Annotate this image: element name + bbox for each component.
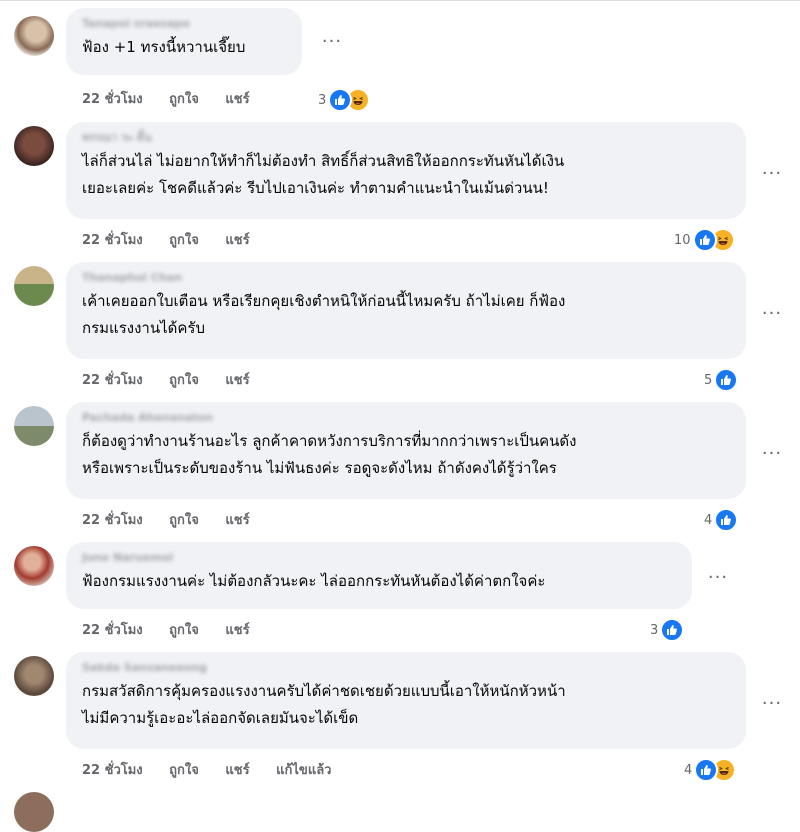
- top-divider: [0, 0, 800, 1]
- comment-text: ก็ต้องดูว่าทำงานร้านอะไร ลูกค้าคาดหวังกา…: [82, 428, 734, 482]
- comment-author[interactable]: Tanapol sraesapo: [82, 17, 290, 31]
- share-button[interactable]: แชร์: [225, 92, 249, 107]
- comment-actions: 22 ชั่วโมง ถูกใจ แชร์: [82, 90, 272, 110]
- comment-actions: 22 ชั่วโมง ถูกใจ แชร์ แก้ไขแล้ว: [82, 761, 353, 781]
- comment-bubble: Pachada Ahananaton ก็ต้องดูว่าทำงานร้านอ…: [66, 402, 746, 499]
- reaction-summary[interactable]: 5: [704, 368, 739, 392]
- avatar[interactable]: [14, 792, 54, 832]
- comment-author[interactable]: Thanaphol Chan: [82, 271, 734, 285]
- reaction-count: 3: [650, 622, 659, 638]
- comment-bubble: Sakda Sansaneeong กรมสวัสดิการคุ้มครองแร…: [66, 652, 746, 749]
- more-options-icon[interactable]: ···: [760, 165, 784, 188]
- more-options-icon[interactable]: ···: [706, 569, 730, 592]
- like-button[interactable]: ถูกใจ: [169, 763, 199, 778]
- avatar[interactable]: [14, 266, 54, 306]
- reaction-count: 3: [318, 92, 327, 108]
- avatar[interactable]: [14, 406, 54, 446]
- reaction-summary[interactable]: 10: [674, 228, 735, 252]
- like-button[interactable]: ถูกใจ: [169, 373, 199, 388]
- comment-author[interactable]: Pachada Ahananaton: [82, 411, 734, 425]
- comment-actions: 22 ชั่วโมง ถูกใจ แชร์: [82, 371, 272, 391]
- comment-line: เยอะเลยค่ะ โชคดีแล้วค่ะ รีบไปเอาเงินค่ะ …: [82, 179, 549, 197]
- share-button[interactable]: แชร์: [225, 513, 249, 528]
- comment-actions: 22 ชั่วโมง ถูกใจ แชร์: [82, 511, 272, 531]
- comment-bubble: พรรณา ระ ดิ้น ไล่ก็ส่วนไล่ ไม่อยากให้ทำก…: [66, 122, 746, 219]
- like-button[interactable]: ถูกใจ: [169, 92, 199, 107]
- timestamp[interactable]: 22 ชั่วโมง: [82, 373, 143, 388]
- more-options-icon[interactable]: ···: [320, 33, 344, 56]
- reaction-count: 4: [704, 512, 713, 528]
- avatar[interactable]: [14, 546, 54, 586]
- comment-bubble: June Naruemol ฟ้องกรมแรงงานค่ะ ไม่ต้องกล…: [66, 542, 692, 609]
- comment-text: ไล่ก็ส่วนไล่ ไม่อยากให้ทำก็ไม่ต้องทำ สิท…: [82, 148, 734, 202]
- timestamp[interactable]: 22 ชั่วโมง: [82, 92, 143, 107]
- reaction-summary[interactable]: 3: [318, 88, 371, 112]
- comment-actions: 22 ชั่วโมง ถูกใจ แชร์: [82, 621, 272, 641]
- share-button[interactable]: แชร์: [225, 373, 249, 388]
- reaction-count: 5: [704, 372, 713, 388]
- comment-author[interactable]: Sakda Sansaneeong: [82, 661, 734, 675]
- more-options-icon[interactable]: ···: [760, 695, 784, 718]
- comment-text: ฟ้องกรมแรงงานค่ะ ไม่ต้องกลัวนะคะ ไล่ออกก…: [82, 568, 680, 595]
- comment-text: เค้าเคยออกใบเตือน หรือเรียกคุยเชิงตำหนิใ…: [82, 288, 734, 342]
- comment-text: กรมสวัสดิการคุ้มครองแรงงานครับได้ค่าชดเช…: [82, 678, 734, 732]
- avatar[interactable]: [14, 16, 54, 56]
- reaction-summary[interactable]: 4: [704, 508, 739, 532]
- comment-line: ไม่มีความรู้เอะอะไล่ออกจัดเลยมันจะได้เข็…: [82, 709, 359, 727]
- avatar[interactable]: [14, 126, 54, 166]
- comment-actions: 22 ชั่วโมง ถูกใจ แชร์: [82, 231, 272, 251]
- comment-line: ไล่ก็ส่วนไล่ ไม่อยากให้ทำก็ไม่ต้องทำ สิท…: [82, 152, 565, 170]
- comment-text: ฟ้อง +1 ทรงนี้หวานเจี๊ยบ: [82, 34, 290, 61]
- reaction-count: 10: [674, 232, 691, 248]
- comment-line: ฟ้อง +1 ทรงนี้หวานเจี๊ยบ: [82, 38, 246, 56]
- comment-line: กรมสวัสดิการคุ้มครองแรงงานครับได้ค่าชดเช…: [82, 682, 566, 700]
- like-button[interactable]: ถูกใจ: [169, 233, 199, 248]
- more-options-icon[interactable]: ···: [760, 305, 784, 328]
- like-icon: [660, 618, 685, 642]
- edited-label: แก้ไขแล้ว: [276, 763, 332, 778]
- comment-author[interactable]: พรรณา ระ ดิ้น: [82, 131, 734, 145]
- comment-line: หรือเพราะเป็นระดับของร้าน ไม่ฟันธงค่ะ รอ…: [82, 459, 557, 477]
- comment-bubble: Thanaphol Chan เค้าเคยออกใบเตือน หรือเรี…: [66, 262, 746, 359]
- like-icon: [714, 508, 739, 532]
- comment-line: เค้าเคยออกใบเตือน หรือเรียกคุยเชิงตำหนิใ…: [82, 292, 566, 310]
- timestamp[interactable]: 22 ชั่วโมง: [82, 233, 143, 248]
- like-button[interactable]: ถูกใจ: [169, 513, 199, 528]
- comment-line: ฟ้องกรมแรงงานค่ะ ไม่ต้องกลัวนะคะ ไล่ออกก…: [82, 572, 546, 590]
- more-options-icon[interactable]: ···: [760, 445, 784, 468]
- comment-line: ก็ต้องดูว่าทำงานร้านอะไร ลูกค้าคาดหวังกา…: [82, 432, 577, 450]
- timestamp[interactable]: 22 ชั่วโมง: [82, 623, 143, 638]
- reaction-count: 4: [684, 762, 693, 778]
- timestamp[interactable]: 22 ชั่วโมง: [82, 763, 143, 778]
- comment-bubble: Tanapol sraesapo ฟ้อง +1 ทรงนี้หวานเจี๊ย…: [66, 8, 302, 75]
- share-button[interactable]: แชร์: [225, 233, 249, 248]
- reaction-summary[interactable]: 4: [684, 758, 737, 782]
- avatar[interactable]: [14, 656, 54, 696]
- share-button[interactable]: แชร์: [225, 623, 249, 638]
- comment-author[interactable]: June Naruemol: [82, 551, 680, 565]
- reaction-summary[interactable]: 3: [650, 618, 685, 642]
- like-button[interactable]: ถูกใจ: [169, 623, 199, 638]
- like-icon: [714, 368, 739, 392]
- timestamp[interactable]: 22 ชั่วโมง: [82, 513, 143, 528]
- share-button[interactable]: แชร์: [225, 763, 249, 778]
- like-icon: [692, 228, 717, 252]
- comment-line: กรมแรงงานได้ครับ: [82, 319, 205, 337]
